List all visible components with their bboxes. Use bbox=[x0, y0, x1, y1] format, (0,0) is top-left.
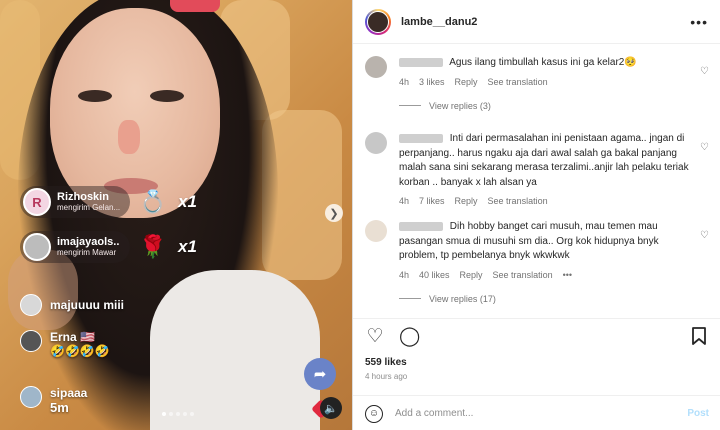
avatar bbox=[20, 386, 42, 408]
emoji-icon[interactable]: ☺ bbox=[365, 404, 383, 423]
live-comment: sipaaa 5m bbox=[20, 386, 87, 415]
post-side-panel: lambe__danu2 ••• Agus ilang timbullah ka… bbox=[352, 0, 720, 430]
add-comment-bar: ☺ Post bbox=[353, 395, 720, 430]
live-comment: Erna 🇺🇸 🤣🤣🤣🤣 bbox=[20, 330, 110, 358]
carousel-dot bbox=[176, 412, 180, 416]
comment-bubble-icon[interactable]: ◯ bbox=[399, 327, 420, 347]
more-horizontal-icon[interactable]: ••• bbox=[690, 14, 708, 30]
comment-username-blurred[interactable] bbox=[399, 133, 443, 143]
comment-more-options[interactable]: ••• bbox=[563, 269, 572, 282]
avatar[interactable] bbox=[365, 56, 387, 78]
next-slide-chevron-icon[interactable]: ❯ bbox=[325, 204, 343, 222]
person-shirt bbox=[150, 270, 320, 430]
avatar bbox=[23, 233, 51, 261]
carousel-dots bbox=[162, 412, 194, 416]
comment-username-blurred[interactable] bbox=[399, 57, 443, 67]
comment-likes[interactable]: 7 likes bbox=[419, 195, 445, 208]
comment-list: Agus ilang timbullah kasus ini ga kelar2… bbox=[353, 46, 720, 314]
person-eye bbox=[150, 90, 184, 102]
comment-username-blurred[interactable] bbox=[399, 221, 443, 231]
comment-likes[interactable]: 3 likes bbox=[419, 76, 445, 89]
gift-action: mengirim Gelan... bbox=[57, 202, 120, 212]
gift-rose-icon: 🌹 bbox=[139, 234, 167, 259]
gift-count: x1 bbox=[178, 237, 197, 256]
person-eye bbox=[78, 90, 112, 102]
avatar[interactable] bbox=[365, 220, 387, 242]
share-arrow-icon[interactable]: ➦ bbox=[304, 358, 336, 390]
view-replies-label: View replies (17) bbox=[429, 293, 496, 304]
live-video-frame[interactable]: R Rizhoskin mengirim Gelan... 💍 x1 imaja… bbox=[0, 0, 352, 430]
post-time: 4 hours ago bbox=[365, 372, 408, 381]
reply-button[interactable]: Reply bbox=[455, 76, 478, 89]
see-translation-link[interactable]: See translation bbox=[493, 269, 553, 282]
heart-outline-icon[interactable]: ♡ bbox=[700, 230, 709, 241]
see-translation-link[interactable]: See translation bbox=[488, 76, 548, 89]
carousel-dot bbox=[169, 412, 173, 416]
carousel-dot bbox=[183, 412, 187, 416]
comment-item: Inti dari permasalahan ini penistaan aga… bbox=[365, 132, 709, 208]
view-replies-button[interactable]: View replies (3) bbox=[399, 101, 709, 111]
view-replies-label: View replies (3) bbox=[429, 100, 491, 111]
bookmark-icon[interactable] bbox=[689, 327, 709, 347]
comment-age: 4h bbox=[399, 196, 410, 206]
gift-ring-icon: 💍 bbox=[139, 189, 167, 214]
comment-age: 4h bbox=[399, 269, 410, 280]
avatar bbox=[20, 330, 42, 352]
sound-icon[interactable]: 🔈 bbox=[320, 397, 342, 419]
live-comment-user: sipaaa bbox=[50, 386, 88, 400]
comment-item: Agus ilang timbullah kasus ini ga kelar2… bbox=[365, 56, 709, 111]
gift-pill: R Rizhoskin mengirim Gelan... bbox=[20, 186, 130, 218]
live-comment-text: 🤣🤣🤣🤣 bbox=[50, 344, 110, 358]
avatar[interactable] bbox=[365, 8, 391, 35]
carousel-dot bbox=[190, 412, 194, 416]
avatar[interactable] bbox=[365, 132, 387, 154]
view-replies-button[interactable]: View replies (17) bbox=[399, 294, 709, 304]
post-actions: ♡ ◯ 559 likes 4 hours ago ☺ Post bbox=[353, 318, 720, 430]
gift-sender-name: Rizhoskin bbox=[57, 192, 109, 204]
gift-pill: imajayaols... mengirim Mawar bbox=[20, 231, 130, 263]
post-button[interactable]: Post bbox=[687, 408, 709, 419]
live-comment-user: Erna 🇺🇸 bbox=[50, 330, 95, 344]
gift-notification: R Rizhoskin mengirim Gelan... 💍 x1 bbox=[20, 186, 197, 218]
gift-count: x1 bbox=[178, 192, 197, 211]
heart-outline-icon[interactable]: ♡ bbox=[365, 327, 385, 347]
post-header: lambe__danu2 ••• bbox=[353, 0, 720, 44]
heart-outline-icon[interactable]: ♡ bbox=[700, 142, 709, 153]
avatar: R bbox=[23, 188, 51, 216]
see-translation-link[interactable]: See translation bbox=[488, 195, 548, 208]
reply-button[interactable]: Reply bbox=[460, 269, 483, 282]
comment-age: 4h bbox=[399, 76, 410, 87]
reply-button[interactable]: Reply bbox=[455, 195, 478, 208]
comment-likes[interactable]: 40 likes bbox=[419, 269, 450, 282]
gift-sender-name: imajayaols... bbox=[57, 237, 120, 249]
live-top-indicator bbox=[170, 0, 220, 12]
comment-input[interactable] bbox=[395, 408, 688, 419]
live-comment-text: 5m bbox=[50, 400, 69, 415]
person-nose bbox=[118, 120, 140, 154]
likes-count[interactable]: 559 likes bbox=[365, 357, 709, 368]
comment-text: Agus ilang timbullah kasus ini ga kelar2… bbox=[449, 57, 637, 68]
comment-item: Dih hobby banget cari musuh, mau temen m… bbox=[365, 220, 709, 304]
post-username[interactable]: lambe__danu2 bbox=[401, 16, 477, 28]
live-comment-user: majuuuu miii bbox=[50, 298, 125, 312]
heart-outline-icon[interactable]: ♡ bbox=[700, 66, 709, 77]
gift-notification: imajayaols... mengirim Mawar 🌹 x1 bbox=[20, 231, 197, 263]
live-comment: majuuuu miii bbox=[20, 294, 124, 316]
carousel-dot bbox=[162, 412, 166, 416]
gift-action: mengirim Mawar bbox=[57, 247, 117, 257]
avatar bbox=[20, 294, 42, 316]
